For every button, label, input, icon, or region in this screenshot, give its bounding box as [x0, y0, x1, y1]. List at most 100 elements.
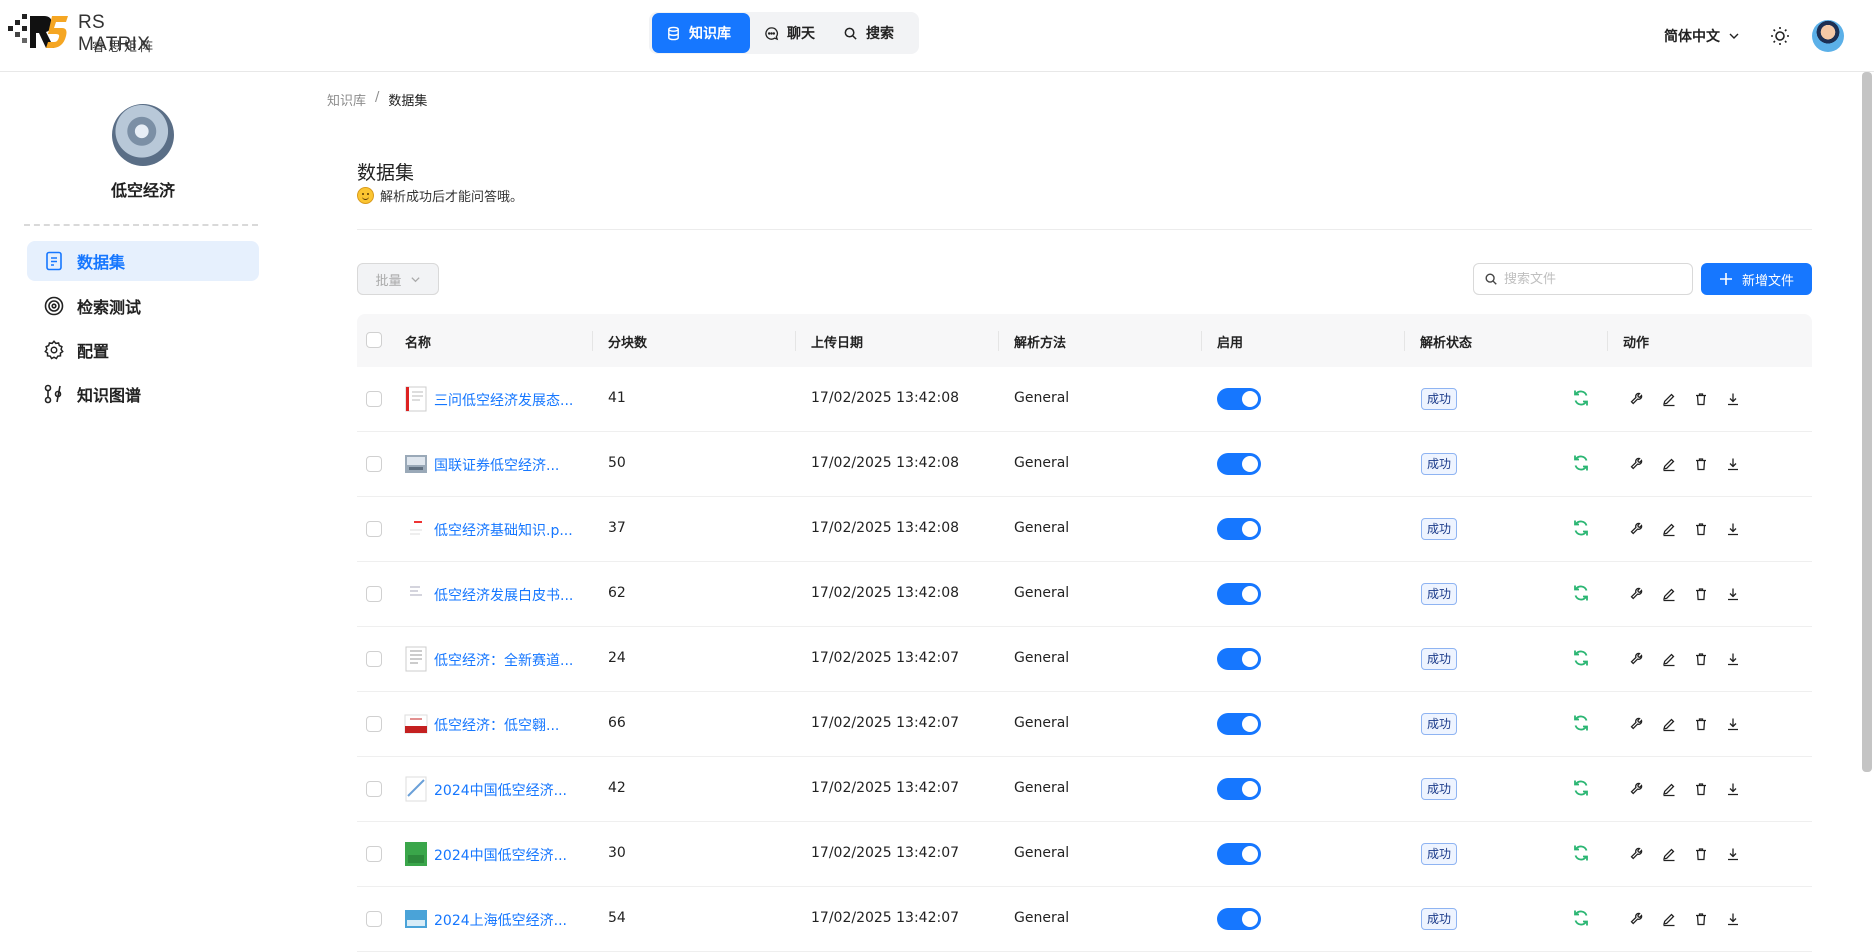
- file-name-link[interactable]: 低空经济基础知识.p...: [434, 520, 573, 540]
- refresh-icon[interactable]: [1571, 908, 1591, 928]
- edit-icon[interactable]: [1661, 391, 1677, 407]
- download-icon[interactable]: [1725, 651, 1741, 667]
- sidebar-item-knowledge-graph[interactable]: 知识图谱: [27, 374, 259, 414]
- trash-icon[interactable]: [1693, 651, 1709, 667]
- enable-toggle[interactable]: [1217, 648, 1261, 670]
- row-checkbox[interactable]: [366, 521, 382, 537]
- file-name-link[interactable]: 2024中国低空经济...: [434, 780, 567, 800]
- enable-toggle[interactable]: [1217, 778, 1261, 800]
- row-actions: [1629, 391, 1741, 407]
- row-checkbox[interactable]: [366, 781, 382, 797]
- sidebar-item-dataset[interactable]: 数据集: [27, 241, 259, 281]
- trash-icon[interactable]: [1693, 846, 1709, 862]
- enable-toggle[interactable]: [1217, 908, 1261, 930]
- user-avatar[interactable]: [1812, 20, 1844, 52]
- row-checkbox[interactable]: [366, 456, 382, 472]
- table-row[interactable]: 国联证券低空经济... 50 17/02/2025 13:42:08 Gener…: [357, 432, 1812, 497]
- enable-toggle[interactable]: [1217, 583, 1261, 605]
- edit-icon[interactable]: [1661, 846, 1677, 862]
- trash-icon[interactable]: [1693, 586, 1709, 602]
- table-row[interactable]: 2024中国低空经济... 42 17/02/2025 13:42:07 Gen…: [357, 757, 1812, 822]
- select-all-checkbox[interactable]: [366, 332, 382, 348]
- logo[interactable]: RS MATRIX 睿思矩阵: [8, 10, 178, 55]
- table-row[interactable]: 2024中国低空经济... 30 17/02/2025 13:42:07 Gen…: [357, 822, 1812, 887]
- column-header-parse-status: 解析状态: [1420, 336, 1473, 351]
- download-icon[interactable]: [1725, 781, 1741, 797]
- table-row[interactable]: 2024上海低空经济... 54 17/02/2025 13:42:07 Gen…: [357, 887, 1812, 952]
- edit-icon[interactable]: [1661, 651, 1677, 667]
- language-select[interactable]: 简体中文: [1664, 26, 1740, 46]
- page-description: 解析成功后才能问答哦。: [357, 186, 523, 205]
- edit-icon[interactable]: [1661, 716, 1677, 732]
- file-name-link[interactable]: 低空经济：全新赛道...: [434, 650, 573, 670]
- trash-icon[interactable]: [1693, 456, 1709, 472]
- wrench-icon[interactable]: [1629, 716, 1645, 732]
- download-icon[interactable]: [1725, 521, 1741, 537]
- row-checkbox[interactable]: [366, 586, 382, 602]
- file-name-link[interactable]: 低空经济发展白皮书...: [434, 585, 573, 605]
- file-name-link[interactable]: 低空经济：低空翱...: [434, 715, 559, 735]
- trash-icon[interactable]: [1693, 521, 1709, 537]
- row-checkbox[interactable]: [366, 391, 382, 407]
- row-checkbox[interactable]: [366, 846, 382, 862]
- search-box: [1473, 263, 1693, 295]
- download-icon[interactable]: [1725, 846, 1741, 862]
- file-name-link[interactable]: 三问低空经济发展态...: [434, 390, 573, 410]
- table-row[interactable]: 低空经济基础知识.p... 37 17/02/2025 13:42:08 Gen…: [357, 497, 1812, 562]
- batch-button[interactable]: 批量: [357, 263, 439, 295]
- tab-knowledge-base[interactable]: 知识库: [652, 13, 750, 53]
- edit-icon[interactable]: [1661, 781, 1677, 797]
- tab-search[interactable]: 搜索: [829, 13, 908, 53]
- sidebar-item-retrieval-test[interactable]: 检索测试: [27, 286, 259, 326]
- wrench-icon[interactable]: [1629, 391, 1645, 407]
- download-icon[interactable]: [1725, 586, 1741, 602]
- column-separator: [1201, 331, 1202, 351]
- refresh-icon[interactable]: [1571, 583, 1591, 603]
- download-icon[interactable]: [1725, 391, 1741, 407]
- wrench-icon[interactable]: [1629, 651, 1645, 667]
- enable-toggle[interactable]: [1217, 843, 1261, 865]
- breadcrumb: 知识库 / 数据集: [327, 90, 427, 109]
- sun-icon[interactable]: [1768, 24, 1792, 48]
- edit-icon[interactable]: [1661, 586, 1677, 602]
- add-file-button[interactable]: 新增文件: [1701, 263, 1812, 295]
- enable-toggle[interactable]: [1217, 453, 1261, 475]
- file-name-link[interactable]: 2024上海低空经济...: [434, 910, 567, 930]
- wrench-icon[interactable]: [1629, 521, 1645, 537]
- file-thumbnail-icon: [405, 646, 427, 672]
- table-row[interactable]: 低空经济：低空翱... 66 17/02/2025 13:42:07 Gener…: [357, 692, 1812, 757]
- scrollbar[interactable]: [1862, 72, 1872, 772]
- row-checkbox[interactable]: [366, 716, 382, 732]
- row-checkbox[interactable]: [366, 651, 382, 667]
- refresh-icon[interactable]: [1571, 453, 1591, 473]
- file-name-link[interactable]: 国联证券低空经济...: [434, 455, 559, 475]
- trash-icon[interactable]: [1693, 781, 1709, 797]
- refresh-icon[interactable]: [1571, 388, 1591, 408]
- download-icon[interactable]: [1725, 716, 1741, 732]
- table-row[interactable]: 低空经济发展白皮书... 62 17/02/2025 13:42:08 Gene…: [357, 562, 1812, 627]
- enable-toggle[interactable]: [1217, 388, 1261, 410]
- refresh-icon[interactable]: [1571, 778, 1591, 798]
- search-input[interactable]: [1504, 271, 1684, 287]
- table-row[interactable]: 三问低空经济发展态... 41 17/02/2025 13:42:08 Gene…: [357, 367, 1812, 432]
- wrench-icon[interactable]: [1629, 456, 1645, 472]
- edit-icon[interactable]: [1661, 521, 1677, 537]
- table-row[interactable]: 低空经济：全新赛道... 24 17/02/2025 13:42:07 Gene…: [357, 627, 1812, 692]
- wrench-icon[interactable]: [1629, 846, 1645, 862]
- edit-icon[interactable]: [1661, 456, 1677, 472]
- enable-toggle[interactable]: [1217, 518, 1261, 540]
- refresh-icon[interactable]: [1571, 843, 1591, 863]
- tab-chat[interactable]: 聊天: [750, 13, 829, 53]
- refresh-icon[interactable]: [1571, 648, 1591, 668]
- enable-toggle[interactable]: [1217, 713, 1261, 735]
- wrench-icon[interactable]: [1629, 781, 1645, 797]
- file-name-link[interactable]: 2024中国低空经济...: [434, 845, 567, 865]
- breadcrumb-root[interactable]: 知识库: [327, 90, 366, 109]
- sidebar-item-config[interactable]: 配置: [27, 330, 259, 370]
- trash-icon[interactable]: [1693, 716, 1709, 732]
- download-icon[interactable]: [1725, 456, 1741, 472]
- wrench-icon[interactable]: [1629, 586, 1645, 602]
- trash-icon[interactable]: [1693, 391, 1709, 407]
- refresh-icon[interactable]: [1571, 518, 1591, 538]
- refresh-icon[interactable]: [1571, 713, 1591, 733]
